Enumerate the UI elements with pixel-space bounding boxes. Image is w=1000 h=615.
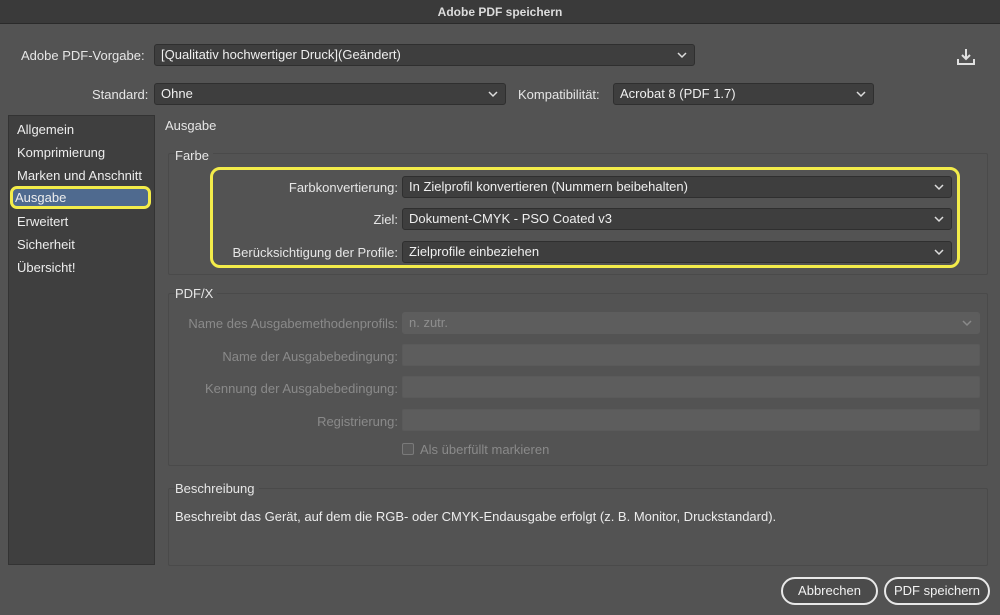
chevron-down-icon (856, 91, 866, 98)
output-condition-id-field[interactable] (402, 376, 980, 398)
category-sidebar: Allgemein Komprimierung Marken und Ansch… (8, 115, 155, 565)
sidebar-item-sicherheit[interactable]: Sicherheit (13, 233, 151, 256)
save-preset-icon[interactable] (955, 47, 977, 67)
sidebar-item-ausgabe[interactable]: Ausgabe (10, 186, 151, 209)
output-condition-name-label: Name der Ausgabebedingung: (222, 349, 398, 364)
output-condition-id-label: Kennung der Ausgabebedingung: (204, 381, 398, 396)
output-intent-profile-value: n. zutr. (409, 315, 449, 330)
output-intent-profile-select[interactable]: n. zutr. (402, 312, 980, 334)
ziel-label: Ziel: (373, 212, 398, 227)
standard-select-value: Ohne (161, 86, 193, 101)
sidebar-item-marken-und-anschnitt[interactable]: Marken und Anschnitt (13, 164, 151, 187)
farbkonvertierung-label: Farbkonvertierung: (288, 180, 398, 195)
chevron-down-icon (488, 91, 498, 98)
standard-select[interactable]: Ohne (154, 83, 506, 105)
output-condition-name-field[interactable] (402, 344, 980, 366)
sidebar-item-allgemein[interactable]: Allgemein (13, 118, 151, 141)
chevron-down-icon (934, 216, 944, 223)
preset-select[interactable]: [Qualitativ hochwertiger Druck](Geändert… (154, 44, 695, 66)
mark-trapped-label: Als überfüllt markieren (420, 442, 550, 457)
chevron-down-icon (934, 249, 944, 256)
compatibility-select[interactable]: Acrobat 8 (PDF 1.7) (613, 83, 874, 105)
preset-select-value: [Qualitativ hochwertiger Druck](Geändert… (161, 47, 401, 62)
compatibility-label: Kompatibilität: (518, 87, 600, 102)
chevron-down-icon (677, 52, 687, 59)
pdfx-group-title: PDF/X (175, 286, 218, 301)
chevron-down-icon (934, 184, 944, 191)
output-intent-profile-label: Name des Ausgabemethodenprofils: (188, 316, 398, 331)
standard-label: Standard: (92, 87, 149, 102)
cancel-button[interactable]: Abbrechen (781, 577, 878, 605)
chevron-down-icon (962, 320, 972, 327)
sidebar-item-uebersicht[interactable]: Übersicht! (13, 256, 151, 279)
ziel-select[interactable]: Dokument-CMYK - PSO Coated v3 (402, 208, 952, 230)
save-pdf-button[interactable]: PDF speichern (884, 577, 990, 605)
window-title: Adobe PDF speichern (0, 0, 1000, 24)
mark-trapped-checkbox[interactable] (402, 443, 414, 455)
sidebar-item-komprimierung[interactable]: Komprimierung (13, 141, 151, 164)
registry-field[interactable] (402, 409, 980, 431)
description-group-title: Beschreibung (175, 481, 259, 496)
registry-label: Registrierung: (317, 414, 398, 429)
farbe-group-title: Farbe (175, 148, 213, 163)
sidebar-item-erweitert[interactable]: Erweitert (13, 210, 151, 233)
description-text: Beschreibt das Gerät, auf dem die RGB- o… (175, 509, 777, 524)
profile-inclusion-value: Zielprofile einbeziehen (409, 244, 540, 259)
preset-label: Adobe PDF-Vorgabe: (21, 48, 145, 63)
ziel-value: Dokument-CMYK - PSO Coated v3 (409, 211, 613, 226)
farbkonvertierung-select[interactable]: In Zielprofil konvertieren (Nummern beib… (402, 176, 952, 198)
section-title: Ausgabe (165, 118, 217, 133)
profile-inclusion-label: Berücksichtigung der Profile: (232, 245, 398, 260)
description-group (168, 488, 988, 566)
compatibility-select-value: Acrobat 8 (PDF 1.7) (620, 86, 736, 101)
farbkonvertierung-value: In Zielprofil konvertieren (Nummern beib… (409, 179, 688, 194)
profile-inclusion-select[interactable]: Zielprofile einbeziehen (402, 241, 952, 263)
